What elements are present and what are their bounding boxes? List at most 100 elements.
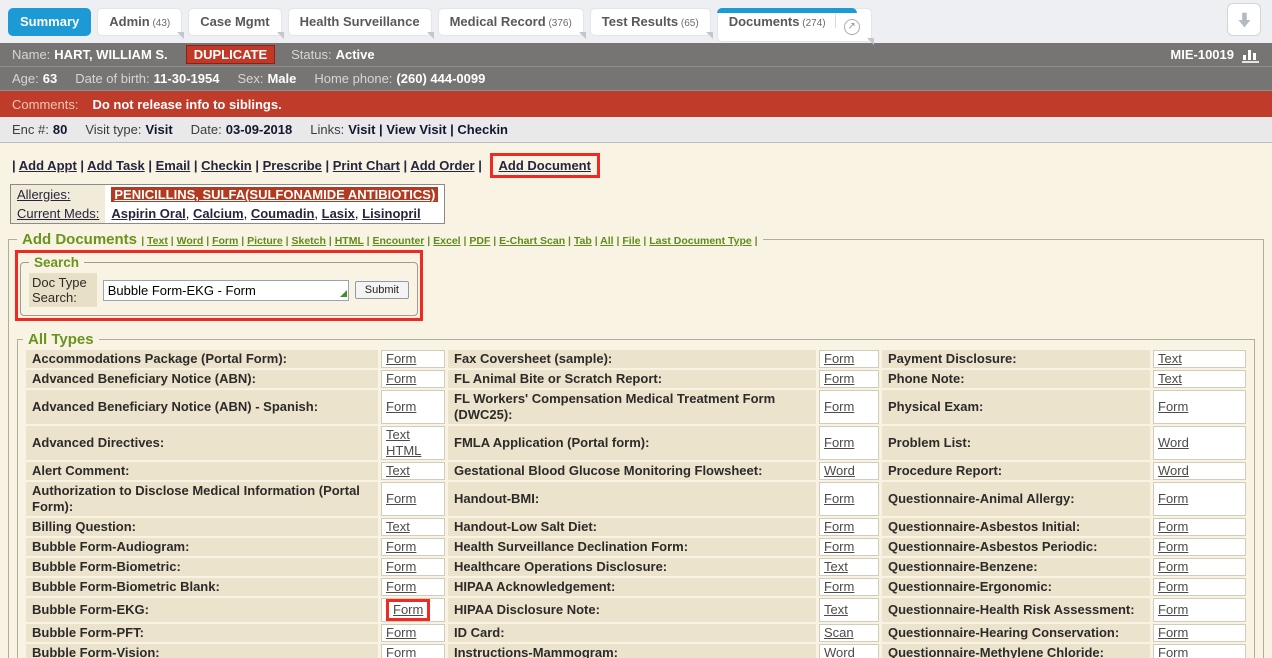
med-link-coumadin[interactable]: Coumadin <box>251 206 315 221</box>
doc-type-label: Questionnaire-Asbestos Periodic: <box>882 538 1150 556</box>
doc-link-word[interactable]: Word <box>1158 435 1189 451</box>
doc-link-word[interactable]: Word <box>1158 463 1189 479</box>
doc-link-form[interactable]: Form <box>824 539 854 555</box>
doc-link-text[interactable]: Text <box>386 427 440 443</box>
action-link-checkin[interactable]: Checkin <box>201 158 252 173</box>
submit-button[interactable]: Submit <box>355 281 409 299</box>
new-doc-type-link-all[interactable]: All <box>600 235 613 247</box>
doc-link-form[interactable]: Form <box>386 539 416 555</box>
doc-link-text[interactable]: Text <box>1158 351 1182 367</box>
tab-case-mgmt[interactable]: Case Mgmt <box>188 8 281 36</box>
new-doc-type-link-form[interactable]: Form <box>212 235 238 247</box>
new-doc-type-link-tab[interactable]: Tab <box>574 235 592 247</box>
med-link-lasix[interactable]: Lasix <box>322 206 355 221</box>
all-types-table: Accommodations Package (Portal Form):For… <box>23 348 1249 658</box>
doc-link-form[interactable]: Form <box>824 399 854 415</box>
doc-link-form[interactable]: Form <box>1158 539 1188 555</box>
doc-link-form[interactable]: Form <box>1158 559 1188 575</box>
doc-link-form[interactable]: Form <box>386 491 416 507</box>
allergies-link[interactable]: Allergies: <box>17 187 70 202</box>
doc-link-word[interactable]: Word <box>824 463 855 479</box>
new-doc-type-link-encounter[interactable]: Encounter <box>372 235 424 247</box>
new-doc-type-link-excel[interactable]: Excel <box>433 235 460 247</box>
encounter-link-view-visit[interactable]: View Visit <box>386 122 446 137</box>
doc-link-scan[interactable]: Scan <box>824 625 854 641</box>
new-doc-type-link-last-document-type[interactable]: Last Document Type <box>649 235 752 247</box>
action-link-add-order[interactable]: Add Order <box>410 158 474 173</box>
doc-type-link-cell: Word <box>1153 426 1246 460</box>
doc-link-form[interactable]: Form <box>393 602 423 618</box>
tab-count: (43) <box>150 18 171 29</box>
date-label: Date: <box>191 122 222 137</box>
med-link-lisinopril[interactable]: Lisinopril <box>362 206 421 221</box>
open-new-window-icon[interactable]: ↗ <box>844 19 860 35</box>
doc-link-form[interactable]: Form <box>386 371 416 387</box>
doc-link-text[interactable]: Text <box>824 602 848 618</box>
current-meds-link[interactable]: Current Meds: <box>17 206 99 221</box>
doc-link-form[interactable]: Form <box>386 625 416 641</box>
new-doc-type-link-text[interactable]: Text <box>147 235 168 247</box>
new-doc-type-link-picture[interactable]: Picture <box>247 235 283 247</box>
doc-link-form[interactable]: Form <box>386 399 416 415</box>
doc-link-form[interactable]: Form <box>824 579 854 595</box>
doc-link-text[interactable]: Text <box>386 463 410 479</box>
doc-type-search-label: Doc Type Search: <box>29 273 97 307</box>
new-doc-type-link-html[interactable]: HTML <box>335 235 364 247</box>
doc-type-link-cell: Form <box>381 598 445 622</box>
chart-icon[interactable] <box>1241 46 1260 63</box>
doc-link-form[interactable]: Form <box>386 351 416 367</box>
tab-medical-record[interactable]: Medical Record (376) <box>438 8 584 36</box>
doc-link-form[interactable]: Form <box>1158 399 1188 415</box>
action-link-print-chart[interactable]: Print Chart <box>333 158 400 173</box>
table-row: Billing Question:TextHandout-Low Salt Di… <box>26 518 1246 536</box>
encounter-link-visit[interactable]: Visit <box>348 122 375 137</box>
doc-link-form[interactable]: Form <box>386 645 416 658</box>
new-doc-type-link-e-chart-scan[interactable]: E-Chart Scan <box>499 235 565 247</box>
doc-type-link-cell: Text <box>1153 370 1246 388</box>
doc-link-form[interactable]: Form <box>1158 602 1188 618</box>
doc-link-form[interactable]: Form <box>824 371 854 387</box>
tab-summary[interactable]: Summary <box>8 8 91 36</box>
action-link-add-task[interactable]: Add Task <box>87 158 145 173</box>
new-doc-type-link-pdf[interactable]: PDF <box>469 235 490 247</box>
doc-link-form[interactable]: Form <box>1158 625 1188 641</box>
doc-type-label: Bubble Form-PFT: <box>26 624 378 642</box>
tab-admin[interactable]: Admin (43) <box>97 8 182 36</box>
doc-link-form[interactable]: Form <box>1158 645 1188 658</box>
doc-link-word[interactable]: Word <box>824 645 855 658</box>
allergies-value[interactable]: PENICILLINS, SULFA(SULFONAMIDE ANTIBIOTI… <box>111 187 438 202</box>
med-link-calcium[interactable]: Calcium <box>193 206 244 221</box>
encounter-link-checkin[interactable]: Checkin <box>457 122 508 137</box>
new-doc-type-link-word[interactable]: Word <box>177 235 204 247</box>
doc-type-search-input[interactable] <box>103 280 349 301</box>
doc-link-form[interactable]: Form <box>386 559 416 575</box>
doc-link-text[interactable]: Text <box>386 519 410 535</box>
doc-link-form[interactable]: Form <box>1158 519 1188 535</box>
doc-link-form[interactable]: Form <box>824 435 854 451</box>
action-link-add-document[interactable]: Add Document <box>499 158 591 173</box>
doc-link-form[interactable]: Form <box>1158 491 1188 507</box>
age-label: Age: <box>12 71 39 86</box>
download-chart-button[interactable] <box>1227 3 1261 36</box>
action-link-email[interactable]: Email <box>156 158 191 173</box>
doc-link-text[interactable]: Text <box>824 559 848 575</box>
doc-link-form[interactable]: Form <box>824 491 854 507</box>
tab-health-surveillance[interactable]: Health Surveillance <box>288 8 432 36</box>
action-link-prescribe[interactable]: Prescribe <box>263 158 322 173</box>
med-link-aspirin-oral[interactable]: Aspirin Oral <box>111 206 185 221</box>
doc-link-text[interactable]: Text <box>1158 371 1182 387</box>
tab-documents[interactable]: Documents (274)↗ <box>717 8 872 42</box>
doc-type-label: Health Surveillance Declination Form: <box>448 538 816 556</box>
tab-test-results[interactable]: Test Results (65) <box>590 8 711 36</box>
new-doc-type-link-file[interactable]: File <box>622 235 640 247</box>
doc-link-html[interactable]: HTML <box>386 443 440 459</box>
content-area: | Add Appt | Add Task | Email | Checkin … <box>0 143 1272 658</box>
doc-type-label: Bubble Form-Biometric Blank: <box>26 578 378 596</box>
tab-fold-icon <box>706 32 713 39</box>
doc-link-form[interactable]: Form <box>824 351 854 367</box>
action-link-add-appt[interactable]: Add Appt <box>19 158 77 173</box>
doc-link-form[interactable]: Form <box>386 579 416 595</box>
new-doc-type-link-sketch[interactable]: Sketch <box>291 235 325 247</box>
doc-link-form[interactable]: Form <box>1158 579 1188 595</box>
doc-link-form[interactable]: Form <box>824 519 854 535</box>
